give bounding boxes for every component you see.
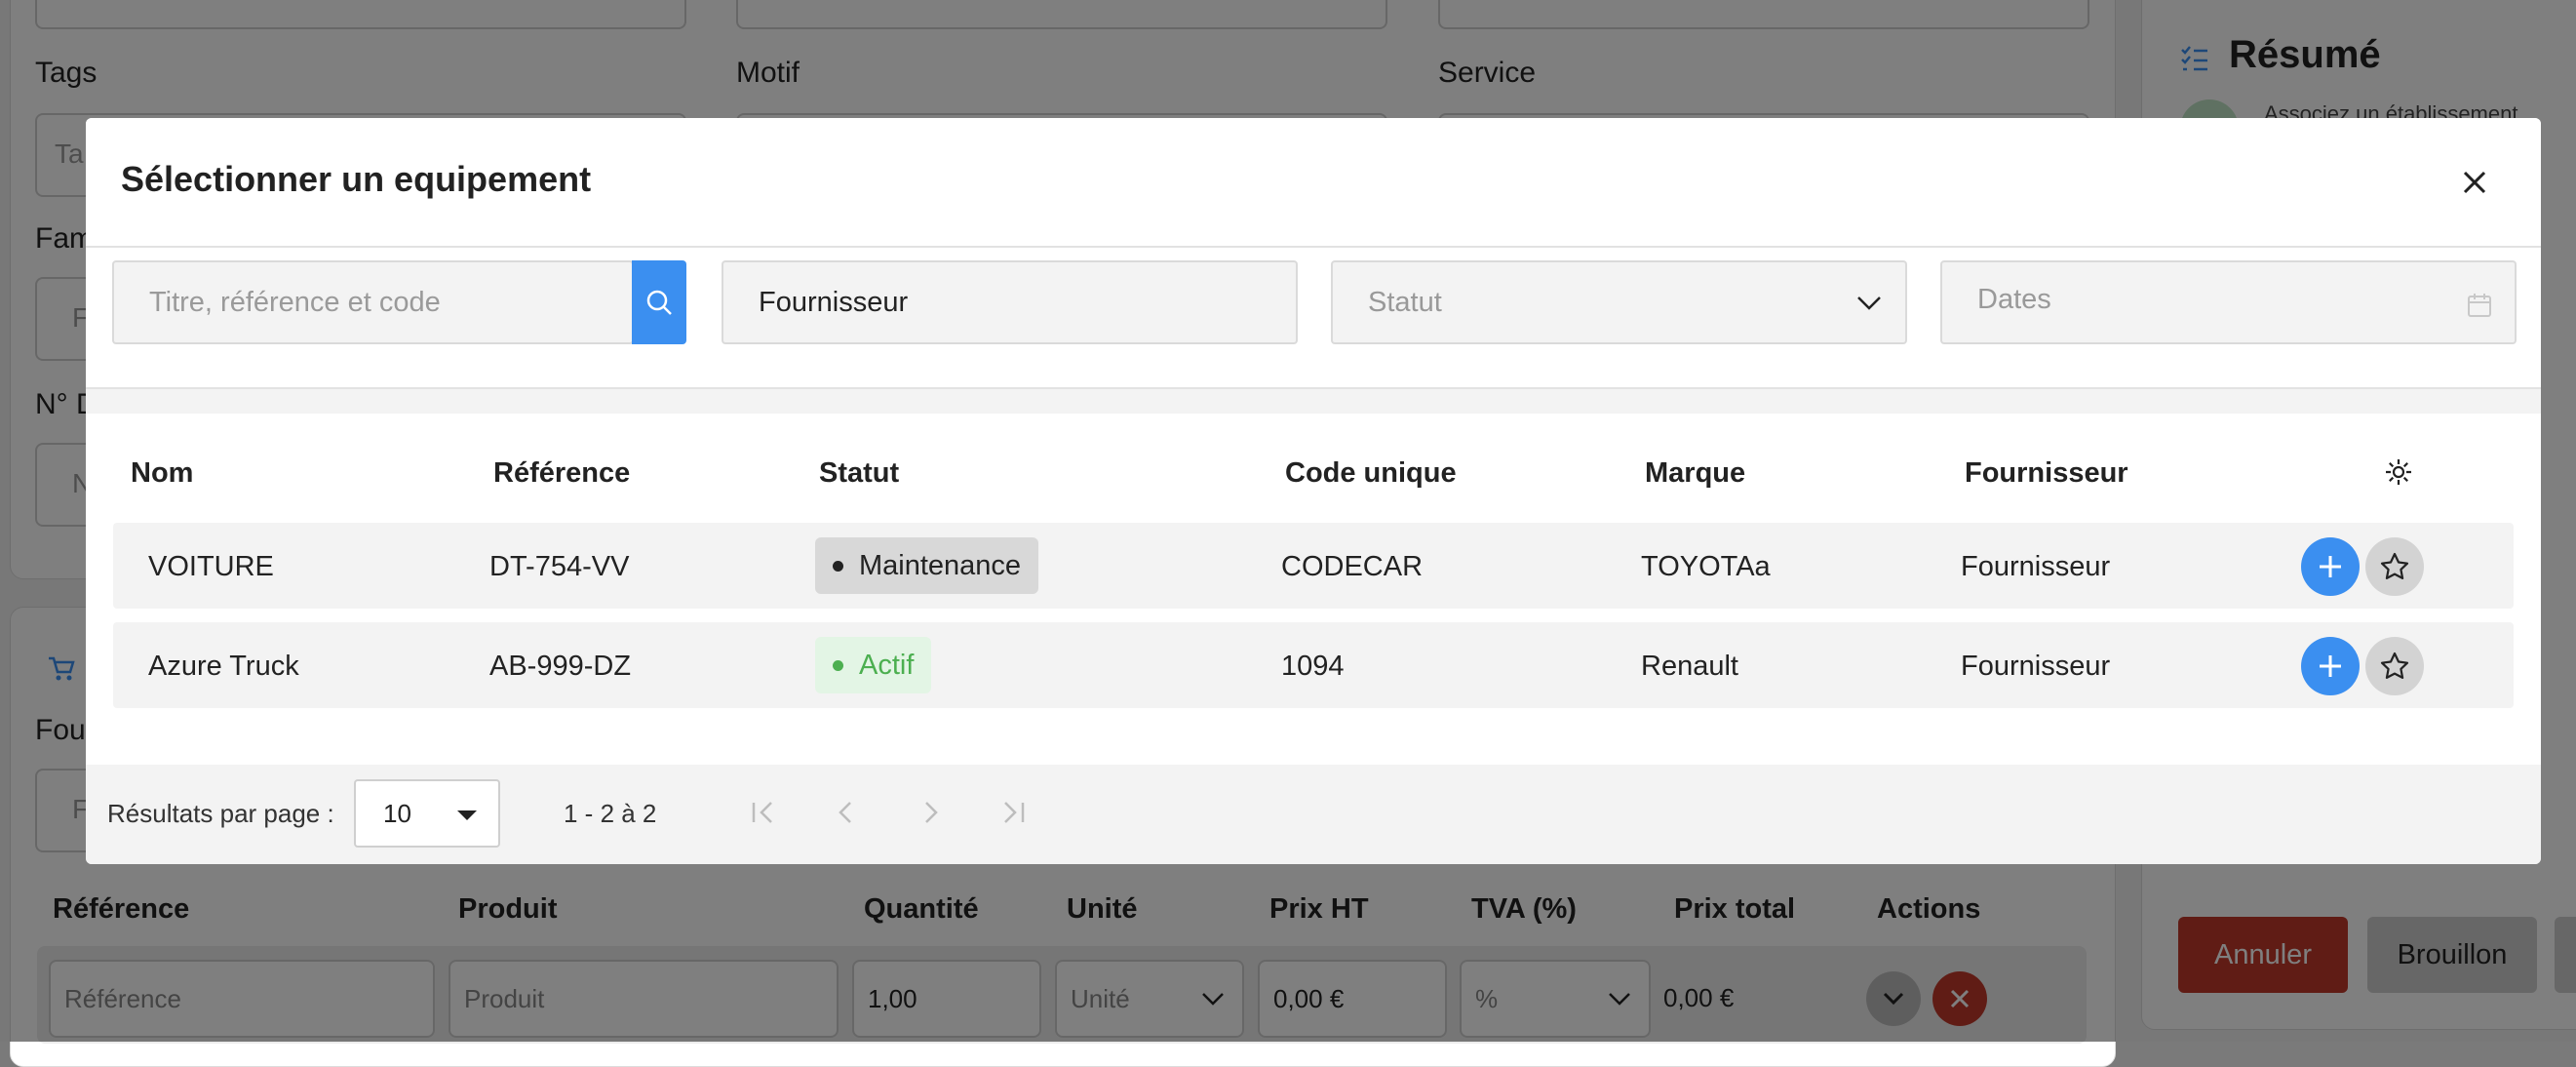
cell-reference: AB-999-DZ bbox=[489, 651, 632, 682]
add-equipment-button[interactable] bbox=[2301, 537, 2360, 596]
cell-marque: TOYOTAa bbox=[1641, 551, 1771, 582]
col-header-statut: Statut bbox=[819, 457, 900, 489]
status-badge: Actif bbox=[815, 637, 932, 693]
modal-header: Sélectionner un equipement bbox=[86, 118, 2541, 248]
dates-filter[interactable]: Dates bbox=[1940, 260, 2517, 344]
gear-icon[interactable] bbox=[2383, 456, 2414, 488]
close-icon[interactable] bbox=[2455, 163, 2494, 202]
first-page-icon[interactable] bbox=[745, 795, 780, 830]
status-badge: Maintenance bbox=[815, 537, 1039, 594]
per-page-value: 10 bbox=[383, 799, 411, 828]
col-header-marque: Marque bbox=[1645, 457, 1746, 489]
cell-fournisseur: Fournisseur bbox=[1961, 551, 2111, 582]
add-equipment-button[interactable] bbox=[2301, 637, 2360, 695]
supplier-filter[interactable]: Fournisseur bbox=[722, 260, 1298, 344]
col-header-nom: Nom bbox=[131, 457, 194, 489]
favorite-button[interactable] bbox=[2365, 637, 2424, 695]
search-button[interactable] bbox=[632, 260, 686, 344]
caret-down-icon bbox=[457, 810, 477, 820]
per-page-label: Résultats par page : bbox=[107, 799, 334, 828]
cell-code: CODECAR bbox=[1281, 551, 1424, 582]
cell-nom: Azure Truck bbox=[148, 651, 299, 682]
cell-code: 1094 bbox=[1281, 651, 1345, 682]
cell-marque: Renault bbox=[1641, 651, 1738, 682]
modal-title: Sélectionner un equipement bbox=[121, 159, 592, 199]
cell-fournisseur: Fournisseur bbox=[1961, 651, 2111, 682]
favorite-button[interactable] bbox=[2365, 537, 2424, 596]
status-filter-placeholder: Statut bbox=[1368, 286, 1442, 318]
chevron-down-icon bbox=[1857, 296, 1881, 310]
equipment-picker-modal: Sélectionner un equipement Titre, référe… bbox=[86, 118, 2541, 864]
cell-reference: DT-754-VV bbox=[489, 551, 630, 582]
plus-icon bbox=[2320, 556, 2341, 577]
calendar-icon bbox=[2468, 294, 2491, 317]
star-icon bbox=[2380, 552, 2409, 579]
next-page-icon[interactable] bbox=[913, 795, 948, 830]
status-text: Actif bbox=[859, 649, 915, 681]
supplier-filter-value: Fournisseur bbox=[759, 286, 909, 318]
per-page-select[interactable]: 10 bbox=[354, 779, 500, 848]
status-text: Maintenance bbox=[859, 549, 1022, 581]
status-dot bbox=[833, 659, 843, 671]
status-filter[interactable]: Statut bbox=[1331, 260, 1907, 344]
search-icon bbox=[646, 290, 672, 315]
pagination-range: 1 - 2 à 2 bbox=[564, 799, 657, 828]
cell-nom: VOITURE bbox=[148, 551, 274, 582]
col-header-code-unique: Code unique bbox=[1285, 457, 1457, 489]
prev-page-icon[interactable] bbox=[829, 795, 864, 830]
status-dot bbox=[833, 560, 843, 572]
dates-filter-placeholder: Dates bbox=[1977, 284, 2051, 315]
last-page-icon[interactable] bbox=[996, 795, 1032, 830]
search-placeholder: Titre, référence et code bbox=[149, 286, 441, 318]
plus-icon bbox=[2320, 655, 2341, 677]
search-input[interactable]: Titre, référence et code bbox=[112, 260, 634, 344]
col-header-reference: Référence bbox=[493, 457, 631, 489]
col-header-fournisseur: Fournisseur bbox=[1965, 457, 2128, 489]
star-icon bbox=[2380, 652, 2409, 679]
